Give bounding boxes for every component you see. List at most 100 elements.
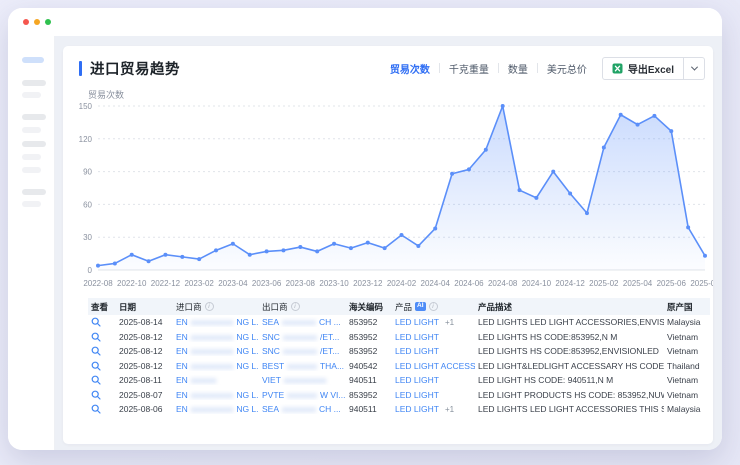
product-link[interactable]: LED LIGHT	[392, 346, 475, 356]
origin-country: Vietnam	[664, 390, 710, 400]
records-table: 查看 日期 进口商i 出口商i 海关编码 产品AIi 产品描述 原产国 2025…	[88, 298, 710, 417]
svg-text:2025-02: 2025-02	[589, 279, 619, 288]
sidebar-item[interactable]	[22, 189, 46, 195]
product-link[interactable]: LED LIGHT	[392, 390, 475, 400]
tab-divider	[439, 63, 440, 73]
export-split-button: 导出Excel	[602, 57, 705, 80]
exporter-link[interactable]: PVTExxxxxxx W VI...	[259, 390, 346, 400]
sidebar-item[interactable]	[22, 80, 46, 86]
trend-chart: 03060901201502022-082022-102022-122023-0…	[63, 96, 713, 292]
table-body: 2025-08-14ENxxxxxxxxxxNG L...SEA xxxxxxx…	[88, 315, 710, 417]
tab-kg-weight[interactable]: 千克重量	[449, 61, 489, 76]
importer-link[interactable]: ENxxxxxxxxxxNG L...	[173, 317, 259, 327]
svg-text:2022-12: 2022-12	[151, 279, 181, 288]
magnifier-icon	[91, 375, 101, 385]
product-description: LED LIGHTS HS CODE:853952,N M	[475, 332, 664, 342]
col-view: 查看	[88, 301, 116, 313]
exporter-link[interactable]: SNC xxxxxxxx/ET...	[259, 332, 346, 342]
exporter-link[interactable]: VIET xxxxxxxxxx	[259, 375, 346, 385]
svg-text:2023-12: 2023-12	[353, 279, 383, 288]
table-row: 2025-08-12ENxxxxxxxxxxNG L...BESTxxxxxxx…	[88, 359, 710, 374]
zoom-window-button[interactable]	[45, 19, 51, 25]
view-record-button[interactable]	[88, 390, 116, 400]
product-description: LED LIGHT HS CODE: 940511,N M	[475, 375, 664, 385]
metric-tab-bar: 贸易次数 千克重量 数量 美元总价 导出Excel	[390, 57, 705, 80]
origin-country: Vietnam	[664, 332, 710, 342]
col-exporter: 出口商i	[259, 301, 346, 313]
record-date: 2025-08-12	[116, 361, 173, 371]
info-icon[interactable]: i	[291, 302, 300, 311]
record-date: 2025-08-11	[116, 375, 173, 385]
window-titlebar	[8, 8, 722, 36]
view-record-button[interactable]	[88, 346, 116, 356]
info-icon[interactable]: i	[429, 302, 438, 311]
svg-text:2024-12: 2024-12	[555, 279, 585, 288]
product-description: LED LIGHTS LED LIGHT ACCESSORIES THIS SH…	[475, 404, 664, 414]
product-description: LED LIGHTS HS CODE:853952,ENVISIONLED	[475, 346, 664, 356]
exporter-link[interactable]: SEA xxxxxxxxCH ...	[259, 404, 346, 414]
close-window-button[interactable]	[23, 19, 29, 25]
view-record-button[interactable]	[88, 332, 116, 342]
tab-trade-count[interactable]: 贸易次数	[390, 61, 430, 76]
importer-link[interactable]: ENxxxxxx	[173, 375, 259, 385]
importer-link[interactable]: ENxxxxxxxxxxNG L...	[173, 404, 259, 414]
tab-divider	[498, 63, 499, 73]
product-link[interactable]: LED LIGHT+1	[392, 404, 475, 414]
svg-text:2023-04: 2023-04	[218, 279, 248, 288]
export-excel-button[interactable]: 导出Excel	[602, 57, 684, 80]
importer-link[interactable]: ENxxxxxxxxxxNG L...	[173, 390, 259, 400]
magnifier-icon	[91, 404, 101, 414]
view-record-button[interactable]	[88, 317, 116, 327]
sidebar-item[interactable]	[22, 201, 41, 207]
importer-link[interactable]: ENxxxxxxxxxxNG L...	[173, 361, 259, 371]
hs-code: 940511	[346, 404, 392, 414]
view-record-button[interactable]	[88, 375, 116, 385]
svg-text:2025-04: 2025-04	[623, 279, 653, 288]
exporter-link[interactable]: SEA xxxxxxxxCH ...	[259, 317, 346, 327]
sidebar-item[interactable]	[22, 114, 46, 120]
export-dropdown-button[interactable]	[684, 57, 705, 80]
excel-icon	[612, 63, 623, 74]
col-hs-code: 海关编码	[346, 301, 392, 313]
hs-code: 853952	[346, 332, 392, 342]
product-link[interactable]: LED LIGHT+1	[392, 317, 475, 327]
importer-link[interactable]: ENxxxxxxxxxxNG L...	[173, 332, 259, 342]
card-header: 进口贸易趋势 贸易次数 千克重量 数量 美元总价 导出Exc	[79, 55, 705, 81]
svg-text:30: 30	[83, 233, 92, 242]
sidebar-item[interactable]	[22, 167, 41, 173]
svg-text:2023-08: 2023-08	[286, 279, 316, 288]
svg-text:60: 60	[83, 200, 92, 209]
col-importer: 进口商i	[173, 301, 259, 313]
view-record-button[interactable]	[88, 404, 116, 414]
app-window: 进口贸易趋势 贸易次数 千克重量 数量 美元总价 导出Exc	[8, 8, 722, 450]
origin-country: Vietnam	[664, 375, 710, 385]
svg-text:2023-06: 2023-06	[252, 279, 282, 288]
col-date: 日期	[116, 301, 173, 313]
record-date: 2025-08-06	[116, 404, 173, 414]
sidebar-item[interactable]	[22, 154, 41, 160]
info-icon[interactable]: i	[205, 302, 214, 311]
exporter-link[interactable]: SNC xxxxxxxx/ET...	[259, 346, 346, 356]
product-description: LED LIGHTS LED LIGHT ACCESSORIES,ENVISIO…	[475, 317, 664, 327]
sidebar-item[interactable]	[22, 92, 41, 98]
product-link[interactable]: LED LIGHT ACCESSORY	[392, 361, 475, 371]
ai-badge: AI	[415, 302, 426, 311]
svg-text:120: 120	[79, 135, 93, 144]
magnifier-icon	[91, 361, 101, 371]
view-record-button[interactable]	[88, 361, 116, 371]
product-link[interactable]: LED LIGHT	[392, 332, 475, 342]
tab-quantity[interactable]: 数量	[508, 61, 528, 76]
minimize-window-button[interactable]	[34, 19, 40, 25]
origin-country: Malaysia	[664, 317, 710, 327]
product-link[interactable]: LED LIGHT	[392, 375, 475, 385]
importer-link[interactable]: ENxxxxxxxxxxNG L...	[173, 346, 259, 356]
sidebar-item-active[interactable]	[22, 57, 44, 63]
sidebar-item[interactable]	[22, 127, 41, 133]
sidebar-item[interactable]	[22, 141, 46, 147]
table-row: 2025-08-14ENxxxxxxxxxxNG L...SEA xxxxxxx…	[88, 315, 710, 330]
tab-usd-total[interactable]: 美元总价	[547, 61, 587, 76]
exporter-link[interactable]: BESTxxxxxxx THA...	[259, 361, 346, 371]
main-content: 进口贸易趋势 贸易次数 千克重量 数量 美元总价 导出Exc	[55, 36, 722, 450]
table-row: 2025-08-11ENxxxxxxVIET xxxxxxxxxx940511L…	[88, 373, 710, 388]
svg-text:2025-08: 2025-08	[690, 279, 713, 288]
